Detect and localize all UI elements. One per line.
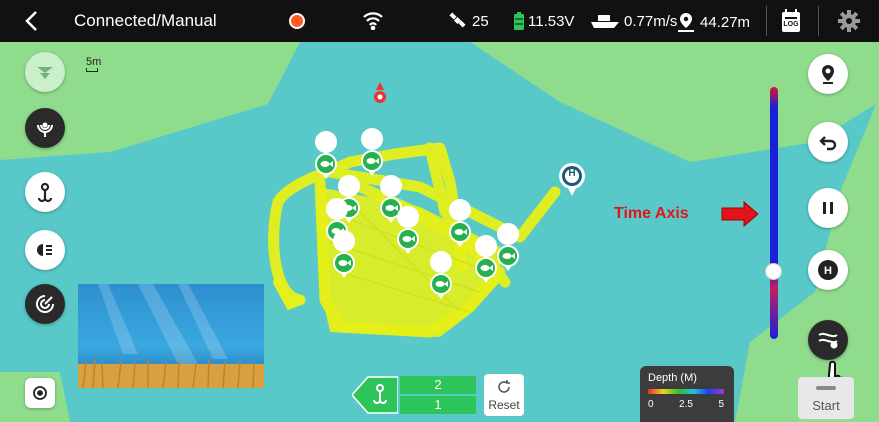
distance-stat: 44.27m xyxy=(676,12,750,32)
fish-marker xyxy=(430,251,453,299)
svg-text:H: H xyxy=(824,265,832,277)
boat-icon xyxy=(591,15,619,28)
collapse-toolbar-button[interactable] xyxy=(25,52,65,92)
home-h-icon: H xyxy=(818,260,838,280)
radar-icon xyxy=(36,295,54,313)
home-marker: H xyxy=(558,162,586,200)
satellite-icon xyxy=(449,12,466,28)
hook-drop-button[interactable] xyxy=(25,172,65,212)
track-icon xyxy=(818,332,838,349)
fish-marker xyxy=(361,128,384,176)
wifi-icon xyxy=(363,12,383,30)
depth-tick: 0 xyxy=(648,399,654,410)
satellite-count: 25 xyxy=(472,12,489,30)
headlight-icon xyxy=(37,244,52,256)
distance-pin-icon xyxy=(678,13,694,32)
divider xyxy=(818,6,819,36)
pause-icon xyxy=(823,202,833,214)
depth-legend: Depth (M) 0 2.5 5 xyxy=(640,366,734,422)
camera-preview[interactable] xyxy=(78,284,264,388)
pause-button[interactable] xyxy=(808,188,848,228)
fish-marker xyxy=(315,131,338,179)
back-button[interactable] xyxy=(18,8,44,34)
voltage-value: 11.53V xyxy=(528,12,575,30)
light-button[interactable] xyxy=(25,230,65,270)
scale-label: 5m xyxy=(86,56,102,68)
distance-value: 44.27m xyxy=(700,13,751,31)
refresh-icon xyxy=(498,380,510,393)
map-scale: 5m xyxy=(86,56,101,72)
fish-marker xyxy=(333,230,356,278)
fish-marker xyxy=(397,206,420,254)
top-status-bar: Connected/Manual 25 11.53V 0.77m/s 44.27… xyxy=(0,0,879,42)
target-icon xyxy=(33,386,47,400)
fish-marker xyxy=(497,223,520,271)
hook-count-top[interactable]: 2 xyxy=(400,376,476,394)
hook-release-tag[interactable] xyxy=(352,375,398,415)
location-pin-icon xyxy=(822,65,834,84)
depth-legend-title: Depth (M) xyxy=(648,372,697,384)
collapse-icon xyxy=(37,67,53,79)
sonar-button[interactable] xyxy=(25,108,65,148)
timeline-slider-track[interactable] xyxy=(770,87,778,339)
reset-label: Reset xyxy=(488,398,520,412)
fish-marker xyxy=(449,199,472,247)
undo-button[interactable] xyxy=(808,122,848,162)
log-label: LOG xyxy=(783,21,799,28)
reset-button[interactable]: Reset xyxy=(484,374,524,416)
speed-value: 0.77m/s xyxy=(624,12,678,30)
depth-tick: 5 xyxy=(718,399,724,410)
settings-button[interactable] xyxy=(838,10,860,37)
satellite-stat: 25 xyxy=(448,12,489,30)
connection-status: Connected/Manual xyxy=(74,11,217,30)
radar-button[interactable] xyxy=(25,284,65,324)
timeline-slider-thumb[interactable] xyxy=(765,262,782,280)
waypoint-button[interactable] xyxy=(808,54,848,94)
fish-marker xyxy=(475,235,498,283)
log-button[interactable]: LOG xyxy=(780,8,802,34)
locate-button[interactable] xyxy=(25,378,55,408)
start-label: Start xyxy=(812,398,840,413)
battery-icon xyxy=(514,12,524,30)
arrow-right-icon xyxy=(721,200,759,228)
map-view[interactable]: H 5m Time Axis H xyxy=(0,42,879,422)
start-icon xyxy=(816,386,836,390)
battery-stat: 11.53V xyxy=(514,12,574,30)
hook-count-bottom[interactable]: 1 xyxy=(400,396,476,414)
depth-tick: 2.5 xyxy=(679,399,693,410)
chevron-left-icon xyxy=(25,11,37,31)
return-home-button[interactable]: H xyxy=(808,250,848,290)
home-marker-label: H xyxy=(568,168,576,179)
record-indicator-icon[interactable] xyxy=(289,13,305,29)
scale-bar xyxy=(86,68,98,72)
depth-ticks: 0 2.5 5 xyxy=(648,399,724,410)
depth-color-scale xyxy=(648,389,724,394)
gear-icon xyxy=(838,10,860,32)
hook-icon xyxy=(37,182,53,203)
track-display-button[interactable] xyxy=(808,320,848,360)
divider xyxy=(766,6,767,36)
speed-stat: 0.77m/s xyxy=(590,12,677,30)
start-button[interactable]: Start xyxy=(798,377,854,419)
time-axis-annotation: Time Axis xyxy=(614,205,689,222)
undo-icon xyxy=(819,136,837,151)
hook-counter: 2 1 xyxy=(398,375,478,415)
sonar-icon xyxy=(37,122,53,137)
